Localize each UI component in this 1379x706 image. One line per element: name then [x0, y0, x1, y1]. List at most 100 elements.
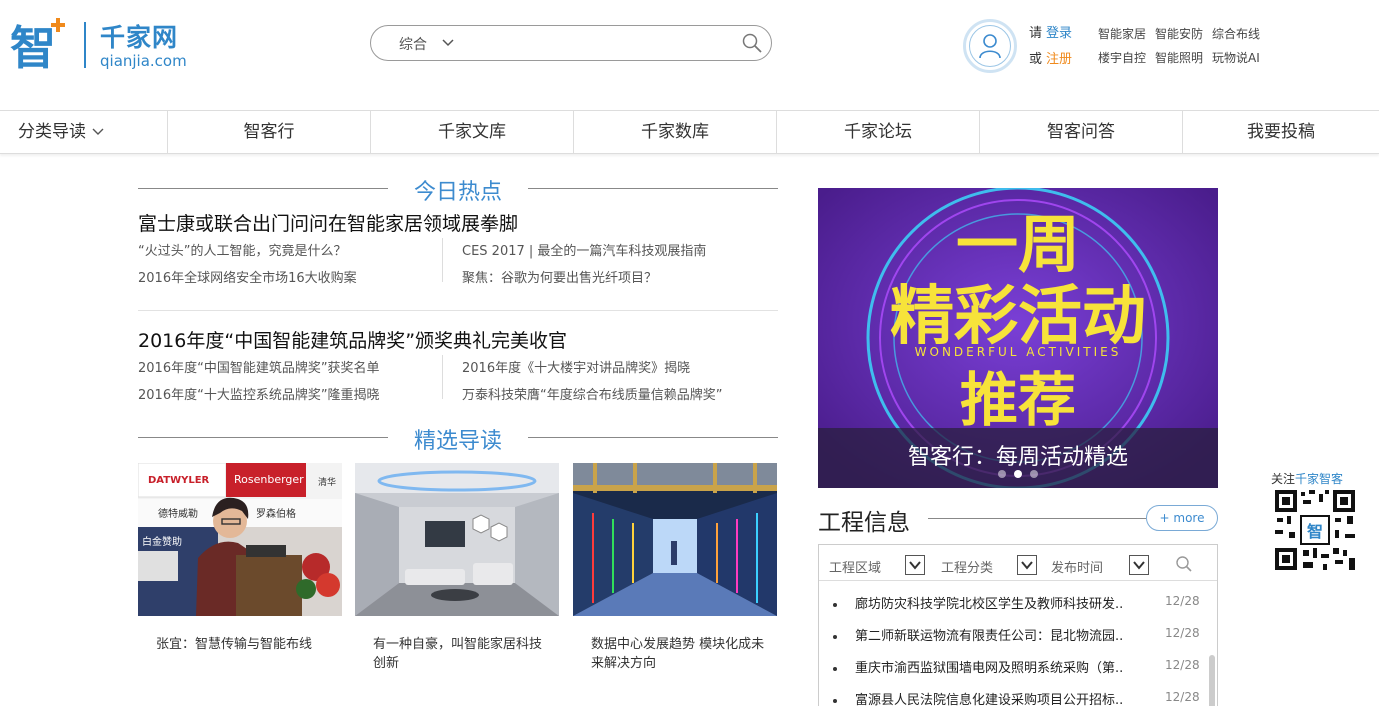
projects-title: 工程信息: [818, 510, 910, 536]
project-date: 12/28: [1165, 594, 1200, 608]
featured-caption[interactable]: 张宜：智慧传输与智能布线: [156, 635, 336, 654]
chevron-down-icon[interactable]: [441, 38, 455, 48]
hot-section-title: 今日热点: [413, 180, 502, 205]
filter-date[interactable]: 发布时间: [1051, 557, 1103, 576]
data-center-photo: [573, 463, 777, 616]
more-button[interactable]: + more: [1146, 505, 1218, 531]
scrollbar[interactable]: [1209, 655, 1215, 706]
news-link[interactable]: 2016年全球网络安全市场16大收购案: [138, 267, 357, 286]
search-input[interactable]: [471, 32, 731, 54]
news-link[interactable]: 万泰科技荣膺“年度综合布线质量信赖品牌奖”: [462, 384, 722, 403]
qr-code-icon: 智: [1273, 488, 1357, 572]
bullet: [833, 634, 837, 639]
nav-submit[interactable]: 我要投稿: [1183, 111, 1379, 153]
project-date: 12/28: [1165, 658, 1200, 672]
featured-caption[interactable]: 数据中心发展趋势 模块化成未来解决方向: [591, 635, 771, 673]
follow-label: 关注千家智客: [1271, 470, 1343, 487]
nav-library[interactable]: 千家文库: [371, 111, 574, 153]
news-link[interactable]: 聚焦：谷歌为何要出售光纤项目？: [462, 267, 657, 286]
featured-image-speaker[interactable]: DATWYLER Rosenberger 德特威勒 罗森伯格 清华 白金赞助: [138, 463, 342, 616]
search-icon[interactable]: [741, 32, 763, 54]
quick-link-smart-security[interactable]: 智能安防: [1155, 22, 1203, 46]
search-icon[interactable]: [1175, 555, 1193, 573]
news-link[interactable]: CES 2017 | 最全的一篇汽车科技观展指南: [462, 240, 706, 259]
carousel-dot[interactable]: [998, 470, 1006, 478]
user-avatar[interactable]: [963, 19, 1017, 73]
login-line: 请登录: [1029, 22, 1072, 41]
nav-qa[interactable]: 智客问答: [980, 111, 1183, 153]
speaker-photo: DATWYLER Rosenberger 德特威勒 罗森伯格 清华 白金赞助: [138, 463, 342, 616]
nav-zhikexing[interactable]: 智客行: [168, 111, 371, 153]
carousel-dots: [818, 463, 1218, 482]
news-link[interactable]: 2016年度“十大监控系统品牌奖”隆重揭晓: [138, 384, 380, 403]
project-row[interactable]: 廊坊防灾科技学院北校区学生及教师科技研发..: [833, 593, 1123, 612]
chevron-down-icon: [92, 128, 104, 135]
quick-link-cabling[interactable]: 综合布线: [1212, 22, 1260, 46]
svg-text:白金赞助: 白金赞助: [142, 535, 182, 548]
featured-image-data-center[interactable]: [573, 463, 777, 616]
project-title: 廊坊防灾科技学院北校区学生及教师科技研发..: [855, 597, 1124, 612]
register-link[interactable]: 注册: [1046, 52, 1072, 67]
svg-text:清华: 清华: [318, 476, 336, 488]
svg-text:精彩活动: 精彩活动: [890, 280, 1146, 354]
login-link[interactable]: 登录: [1046, 26, 1072, 41]
user-icon: [979, 34, 1001, 59]
carousel-dot-active[interactable]: [1014, 470, 1022, 478]
carousel-dot[interactable]: [1030, 470, 1038, 478]
featured-image-smart-home[interactable]: [355, 463, 559, 616]
featured-section-title: 精选导读: [413, 429, 502, 454]
filter-region[interactable]: 工程区域: [829, 557, 881, 576]
search-type-select[interactable]: 综合: [399, 34, 427, 54]
svg-text:罗森伯格: 罗森伯格: [256, 507, 296, 520]
quick-link-ai[interactable]: 玩物说AI: [1212, 46, 1260, 70]
date-dropdown-icon[interactable]: [1129, 555, 1149, 575]
svg-text:推荐: 推荐: [960, 366, 1076, 434]
news-link[interactable]: “火过头”的人工智能，究竟是什么？: [138, 240, 346, 259]
project-title: 重庆市渝西监狱围墙电网及照明系统采购（第..: [855, 661, 1124, 676]
filter-bar: 工程区域 工程分类 发布时间: [819, 545, 1217, 581]
svg-text:德特威勒: 德特威勒: [158, 507, 198, 520]
projects-panel: 工程区域 工程分类 发布时间 廊坊防灾科技学院北校区学生及教师科技研发.. 12…: [818, 544, 1218, 706]
group-divider: [138, 310, 778, 311]
featured-section-header: 精选导读: [138, 423, 778, 454]
logo-name-cn: 千家网: [100, 23, 179, 52]
project-title: 第二师新联运物流有限责任公司：昆北物流园..: [855, 629, 1124, 644]
living-room-photo: [355, 463, 559, 616]
svg-text:Rosenberger: Rosenberger: [234, 473, 304, 486]
activity-banner[interactable]: 一周 精彩活动 WONDERFUL ACTIVITIES 推荐 智客行：每周活动…: [818, 188, 1218, 488]
main-nav: 分类导读 智客行 千家文库 千家数库 千家论坛 智客问答 我要投稿: [0, 110, 1379, 154]
nav-category-guide[interactable]: 分类导读: [0, 111, 168, 153]
svg-text:一周: 一周: [956, 208, 1080, 281]
quick-link-building-control[interactable]: 楼宇自控: [1098, 46, 1146, 70]
project-row[interactable]: 富源县人民法院信息化建设采购项目公开招标..: [833, 689, 1123, 706]
search-bar: 综合: [370, 25, 772, 61]
site-logo[interactable]: 智 千家网 qianjia.com: [8, 16, 188, 74]
divider: [928, 518, 1146, 519]
quick-link-smart-home[interactable]: 智能家居: [1098, 22, 1146, 46]
nav-label: 分类导读: [18, 122, 86, 142]
nav-database[interactable]: 千家数库: [574, 111, 777, 153]
quick-link-smart-lighting[interactable]: 智能照明: [1155, 46, 1203, 70]
follow-account[interactable]: 千家智客: [1295, 472, 1343, 486]
project-row[interactable]: 第二师新联运物流有限责任公司：昆北物流园..: [833, 625, 1123, 644]
site-header: 智 千家网 qianjia.com 综合 请登录 或注册 智能家居 智能安防 综合布…: [0, 0, 1379, 110]
logo-divider: [84, 22, 86, 68]
svg-text:智: 智: [10, 21, 56, 74]
project-row[interactable]: 重庆市渝西监狱围墙电网及照明系统采购（第..: [833, 657, 1123, 676]
news-link[interactable]: 2016年度《十大楼宇对讲品牌奖》揭晓: [462, 357, 690, 376]
project-date: 12/28: [1165, 626, 1200, 640]
register-line: 或注册: [1029, 48, 1072, 67]
logo-mark-icon: 智: [10, 18, 65, 74]
project-date: 12/28: [1165, 690, 1200, 704]
headline-2[interactable]: 2016年度“中国智能建筑品牌奖”颁奖典礼完美收官: [138, 326, 567, 353]
nav-forum[interactable]: 千家论坛: [777, 111, 980, 153]
region-dropdown-icon[interactable]: [905, 555, 925, 575]
column-divider: [442, 238, 443, 282]
headline-1[interactable]: 富士康或联合出门问问在智能家居领域展拳脚: [138, 209, 518, 236]
filter-category[interactable]: 工程分类: [941, 557, 993, 576]
category-dropdown-icon[interactable]: [1017, 555, 1037, 575]
news-link[interactable]: 2016年度“中国智能建筑品牌奖”获奖名单: [138, 357, 380, 376]
logo-name-en: qianjia.com: [100, 52, 187, 70]
featured-caption[interactable]: 有一种自豪，叫智能家居科技创新: [373, 635, 553, 673]
hot-section-header: 今日热点: [138, 174, 778, 205]
